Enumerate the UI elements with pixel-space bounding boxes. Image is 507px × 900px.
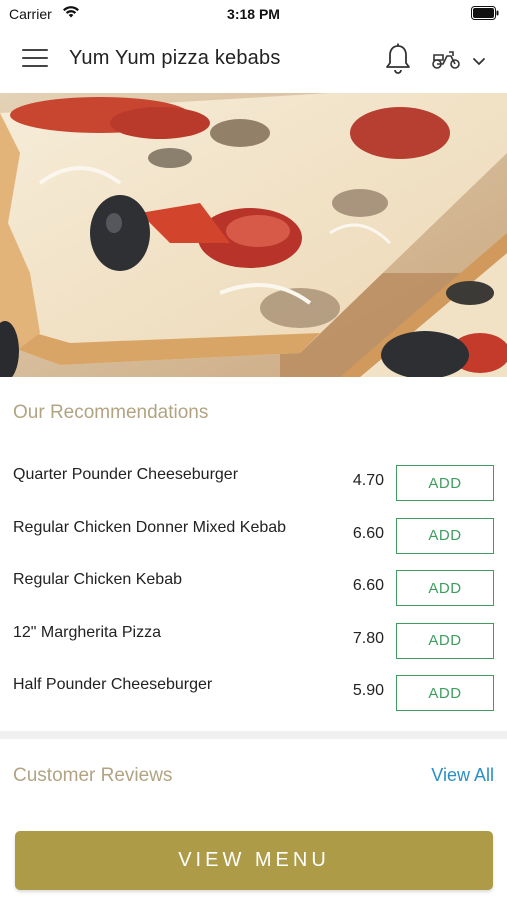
menu-icon[interactable] bbox=[22, 49, 48, 71]
recommendations-title: Our Recommendations bbox=[13, 402, 209, 423]
list-item: 12" Margherita Pizza 7.80 ADD bbox=[0, 614, 507, 667]
view-menu-button[interactable]: VIEW MENU bbox=[15, 831, 493, 890]
list-item: Half Pounder Cheeseburger 5.90 ADD bbox=[0, 666, 507, 719]
add-button[interactable]: ADD bbox=[396, 675, 494, 711]
app-title: Yum Yum pizza kebabs bbox=[69, 47, 281, 69]
item-name: Regular Chicken Kebab bbox=[13, 571, 182, 588]
add-button[interactable]: ADD bbox=[396, 465, 494, 501]
app-header: Yum Yum pizza kebabs bbox=[0, 27, 507, 93]
reviews-title: Customer Reviews bbox=[13, 765, 173, 786]
item-name: Half Pounder Cheeseburger bbox=[13, 676, 213, 693]
section-divider bbox=[0, 731, 507, 739]
view-all-link[interactable]: View All bbox=[431, 765, 494, 786]
add-button[interactable]: ADD bbox=[396, 622, 494, 659]
item-name: Quarter Pounder Cheeseburger bbox=[13, 466, 239, 483]
item-name: 12" Margherita Pizza bbox=[13, 623, 161, 641]
add-button[interactable]: ADD bbox=[396, 517, 494, 554]
delivery-scooter-icon[interactable] bbox=[430, 47, 462, 76]
item-price: 6.60 bbox=[352, 577, 384, 594]
add-button[interactable]: ADD bbox=[396, 570, 494, 606]
item-price: 4.70 bbox=[352, 472, 384, 489]
recommendations-list: Quarter Pounder Cheeseburger 4.70 ADD Re… bbox=[0, 456, 507, 719]
clock-label: 3:18 PM bbox=[227, 6, 280, 22]
list-item: Quarter Pounder Cheeseburger 4.70 ADD bbox=[0, 456, 507, 509]
chevron-down-icon[interactable] bbox=[472, 54, 486, 72]
item-name: Regular Chicken Donner Mixed Kebab bbox=[13, 518, 287, 536]
list-item: Regular Chicken Donner Mixed Kebab 6.60 … bbox=[0, 509, 507, 562]
item-price: 6.60 bbox=[352, 524, 384, 542]
bell-icon[interactable] bbox=[384, 43, 412, 80]
status-bar: Carrier 3:18 PM bbox=[0, 0, 507, 27]
hero-pizza-image bbox=[0, 93, 507, 377]
list-item: Regular Chicken Kebab 6.60 ADD bbox=[0, 561, 507, 614]
item-price: 5.90 bbox=[352, 682, 384, 699]
item-price: 7.80 bbox=[352, 629, 384, 647]
battery-icon bbox=[471, 6, 499, 25]
